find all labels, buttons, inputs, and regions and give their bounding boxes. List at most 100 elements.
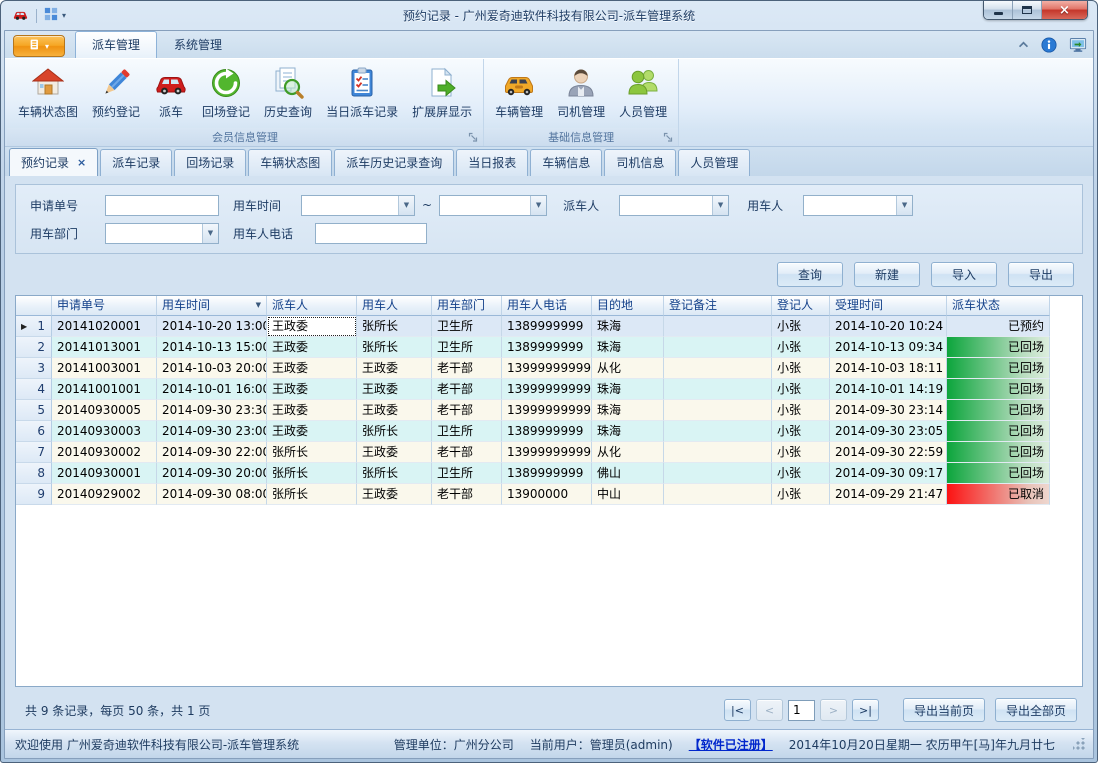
pager-first-button[interactable]: |<: [724, 699, 751, 721]
ribbon-tab-dispatch-management[interactable]: 派车管理: [75, 31, 157, 58]
table-cell[interactable]: 卫生所: [432, 463, 502, 484]
table-cell[interactable]: 20140929002: [52, 484, 157, 505]
import-button[interactable]: 导入: [931, 262, 997, 287]
table-cell[interactable]: 小张: [772, 484, 830, 505]
table-cell[interactable]: 珠海: [592, 379, 664, 400]
create-button[interactable]: 新建: [854, 262, 920, 287]
doc-tab-1[interactable]: 派车记录: [100, 149, 172, 176]
table-cell[interactable]: 王政委: [267, 400, 357, 421]
user-phone-input[interactable]: [315, 223, 427, 244]
combo-dropdown-icon[interactable]: ▼: [202, 224, 218, 243]
table-cell[interactable]: 张所长: [267, 463, 357, 484]
table-cell[interactable]: 20140930001: [52, 463, 157, 484]
table-cell[interactable]: 2014-10-13 15:00: [157, 337, 267, 358]
table-row[interactable]: ▶1201410200012014-10-20 13:00王政委张所长卫生所13…: [16, 316, 1082, 337]
collapse-ribbon-icon[interactable]: [1018, 41, 1029, 48]
app-menu-button[interactable]: ▾: [13, 35, 65, 57]
ribbon-button-return-register[interactable]: 回场登记: [195, 63, 257, 128]
row-number-cell[interactable]: 5: [16, 400, 52, 421]
table-cell[interactable]: 1389999999: [502, 337, 592, 358]
table-cell[interactable]: 13900000: [502, 484, 592, 505]
table-row[interactable]: 9201409290022014-09-30 08:00张所长王政委老干部139…: [16, 484, 1082, 505]
table-cell[interactable]: 卫生所: [432, 337, 502, 358]
doc-tab-8[interactable]: 人员管理: [678, 149, 750, 176]
table-cell[interactable]: 2014-09-30 23:14: [830, 400, 947, 421]
resize-grip[interactable]: [1073, 738, 1085, 750]
table-cell[interactable]: 从化: [592, 358, 664, 379]
table-cell[interactable]: 小张: [772, 400, 830, 421]
table-cell[interactable]: 老干部: [432, 442, 502, 463]
display-switch-icon[interactable]: [1069, 36, 1087, 53]
table-cell[interactable]: 2014-09-30 23:30: [157, 400, 267, 421]
table-cell[interactable]: 珠海: [592, 421, 664, 442]
row-number-cell[interactable]: 4: [16, 379, 52, 400]
department-combo[interactable]: ▼: [105, 223, 219, 244]
status-cell[interactable]: 已回场: [947, 421, 1050, 442]
ribbon-button-dispatch-car[interactable]: 派车: [147, 63, 195, 128]
table-cell[interactable]: 2014-09-30 09:17: [830, 463, 947, 484]
row-number-cell[interactable]: 8: [16, 463, 52, 484]
table-cell[interactable]: 2014-09-30 23:05: [830, 421, 947, 442]
table-cell[interactable]: 老干部: [432, 358, 502, 379]
row-number-cell[interactable]: 7: [16, 442, 52, 463]
table-row[interactable]: 7201409300022014-09-30 22:00张所长王政委老干部139…: [16, 442, 1082, 463]
ribbon-button-extended-screen[interactable]: 扩展屏显示: [405, 63, 479, 128]
table-cell[interactable]: 珠海: [592, 337, 664, 358]
table-row[interactable]: 5201409300052014-09-30 23:30王政委王政委老干部139…: [16, 400, 1082, 421]
row-number-cell[interactable]: 3: [16, 358, 52, 379]
table-cell[interactable]: [664, 400, 772, 421]
table-cell[interactable]: 20141020001: [52, 316, 157, 337]
quick-access-dropdown-icon[interactable]: ▾: [62, 11, 66, 20]
table-cell[interactable]: 2014-09-30 20:00: [157, 463, 267, 484]
table-row[interactable]: 2201410130012014-10-13 15:00王政委张所长卫生所138…: [16, 337, 1082, 358]
pager-page-input[interactable]: [788, 700, 815, 721]
use-time-to-combo[interactable]: ▼: [439, 195, 547, 216]
table-cell[interactable]: 卫生所: [432, 316, 502, 337]
table-cell[interactable]: 20140930005: [52, 400, 157, 421]
doc-tab-3[interactable]: 车辆状态图: [248, 149, 332, 176]
car-user-combo[interactable]: ▼: [803, 195, 913, 216]
table-cell[interactable]: [664, 379, 772, 400]
row-number-cell[interactable]: 9: [16, 484, 52, 505]
doc-tab-5[interactable]: 当日报表: [456, 149, 528, 176]
column-header[interactable]: 用车时间▼: [157, 296, 267, 316]
status-cell[interactable]: 已回场: [947, 463, 1050, 484]
table-cell[interactable]: [664, 442, 772, 463]
table-cell[interactable]: 王政委: [267, 379, 357, 400]
ribbon-button-staff-management[interactable]: 人员管理: [612, 63, 674, 128]
row-number-cell[interactable]: ▶1: [16, 316, 52, 337]
application-no-input[interactable]: [105, 195, 219, 216]
table-cell[interactable]: [664, 358, 772, 379]
table-cell[interactable]: 2014-09-30 08:00: [157, 484, 267, 505]
dialog-launcher-icon[interactable]: [663, 132, 674, 143]
table-cell[interactable]: 佛山: [592, 463, 664, 484]
table-cell[interactable]: 王政委: [357, 379, 432, 400]
pager-last-button[interactable]: >|: [852, 699, 879, 721]
export-button[interactable]: 导出: [1008, 262, 1074, 287]
table-cell[interactable]: [664, 316, 772, 337]
dialog-launcher-icon[interactable]: [468, 132, 479, 143]
table-cell[interactable]: 1389999999: [502, 421, 592, 442]
table-row[interactable]: 6201409300032014-09-30 23:00王政委张所长卫生所138…: [16, 421, 1082, 442]
ribbon-button-daily-dispatch-record[interactable]: 当日派车记录: [319, 63, 405, 128]
column-header[interactable]: 派车人: [267, 296, 357, 316]
table-cell[interactable]: 2014-10-01 14:19: [830, 379, 947, 400]
table-cell[interactable]: 珠海: [592, 316, 664, 337]
table-cell[interactable]: 小张: [772, 442, 830, 463]
table-cell[interactable]: 张所长: [357, 463, 432, 484]
table-cell[interactable]: 从化: [592, 442, 664, 463]
ribbon-button-history-search[interactable]: 历史查询: [257, 63, 319, 128]
status-cell[interactable]: 已回场: [947, 400, 1050, 421]
table-cell[interactable]: 王政委: [267, 337, 357, 358]
table-cell[interactable]: 张所长: [357, 316, 432, 337]
column-header[interactable]: 用车人电话: [502, 296, 592, 316]
column-filter-icon[interactable]: ▼: [256, 297, 261, 314]
table-cell[interactable]: [664, 337, 772, 358]
minimize-button[interactable]: [984, 1, 1013, 19]
doc-tab-7[interactable]: 司机信息: [604, 149, 676, 176]
table-cell[interactable]: 2014-10-03 20:00: [157, 358, 267, 379]
table-cell[interactable]: 1389999999: [502, 316, 592, 337]
table-cell[interactable]: 13999999999: [502, 400, 592, 421]
table-cell[interactable]: 20141001001: [52, 379, 157, 400]
table-cell[interactable]: 中山: [592, 484, 664, 505]
